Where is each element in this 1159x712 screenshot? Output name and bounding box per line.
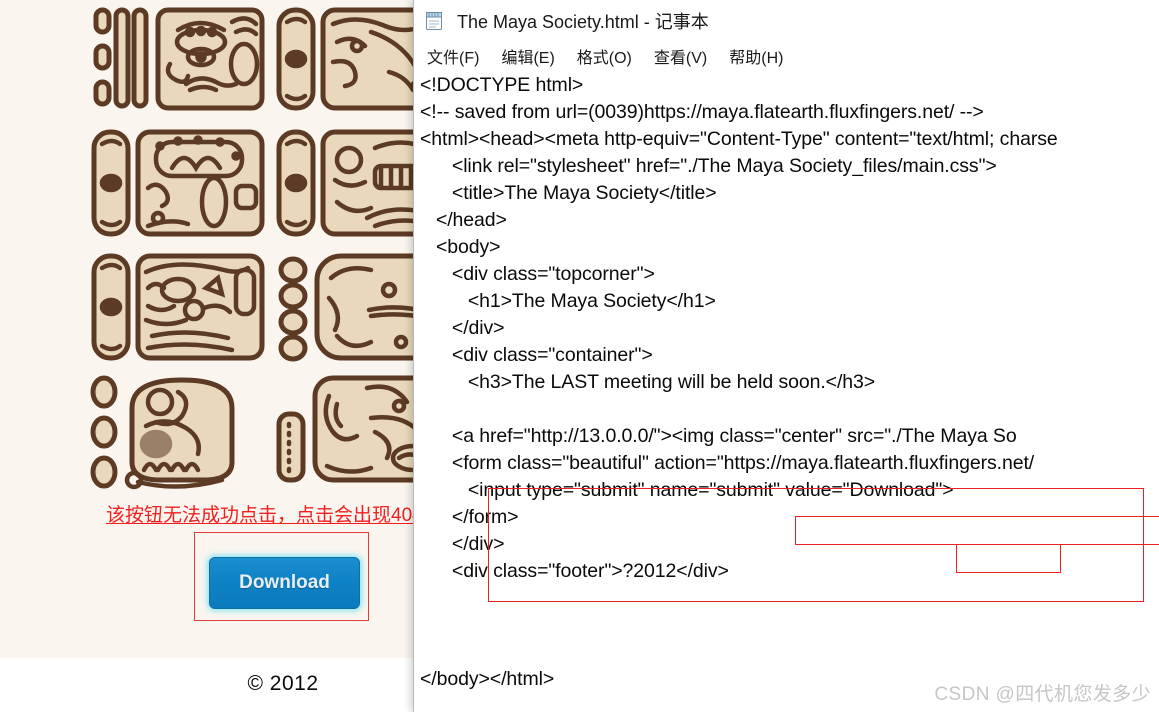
csdn-watermark: CSDN @四代机您发多少 <box>934 684 1151 705</box>
glyph-block-1 <box>86 2 271 126</box>
download-button[interactable]: Download <box>209 557 360 609</box>
glyph-block-5 <box>86 250 271 374</box>
menu-item-help[interactable]: 帮助(H) <box>729 44 783 68</box>
annotation-note: 该按钮无法成功点击，点击会出现404 <box>106 505 423 526</box>
notepad-window[interactable]: The Maya Society.html - 记事本 文件(F) 编辑(E) … <box>413 0 1159 712</box>
menu-item-edit[interactable]: 编辑(E) <box>501 44 554 68</box>
notepad-titlebar[interactable]: The Maya Society.html - 记事本 <box>414 0 1159 42</box>
window-title: The Maya Society.html - 记事本 <box>457 12 709 32</box>
notepad-source-code[interactable]: <!DOCTYPE html> <!-- saved from url=(003… <box>416 72 1159 693</box>
screen: 该按钮无法成功点击，点击会出现404 Download © 2012 The M… <box>0 0 1159 712</box>
menu-item-format[interactable]: 格式(O) <box>577 44 632 68</box>
menu-item-file[interactable]: 文件(F) <box>427 44 479 68</box>
notepad-menubar[interactable]: 文件(F) 编辑(E) 格式(O) 查看(V) 帮助(H) <box>414 42 1159 70</box>
glyph-block-7 <box>86 374 271 498</box>
notepad-icon <box>423 10 445 32</box>
glyph-block-3 <box>86 126 271 250</box>
menu-item-view[interactable]: 查看(V) <box>654 44 707 68</box>
notepad-text-area[interactable]: <!DOCTYPE html> <!-- saved from url=(003… <box>414 70 1159 712</box>
